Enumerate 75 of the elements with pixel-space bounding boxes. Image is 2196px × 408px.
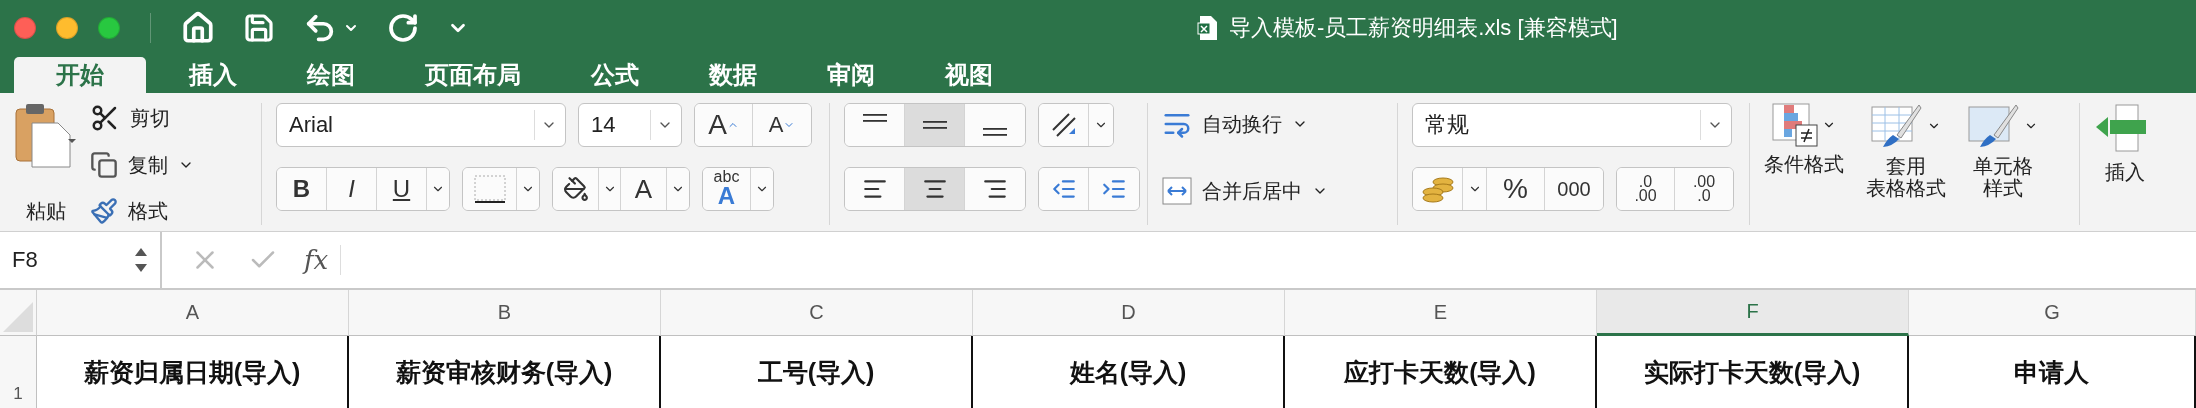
fill-color-button[interactable] (553, 168, 599, 210)
align-bottom-icon (983, 128, 1007, 136)
font-size-field[interactable]: 14 (578, 103, 682, 147)
column-header[interactable]: C (661, 290, 973, 336)
vertical-align-button[interactable] (905, 104, 965, 146)
spreadsheet-file-icon (1197, 14, 1219, 41)
table-style-icon (1871, 103, 1923, 149)
styles-button[interactable]: 套用 表格格式 (1866, 103, 1946, 225)
paste-button[interactable]: 粘贴 (14, 103, 78, 225)
wrap-text-button[interactable]: 自动换行 (1162, 109, 1328, 139)
column-header[interactable]: D (973, 290, 1285, 336)
redo-icon (387, 11, 419, 44)
conditional-format-icon (1772, 103, 1818, 147)
table-cell: 工号(导入) (661, 336, 973, 408)
horizontal-align-button[interactable] (845, 168, 905, 210)
ribbon-tab[interactable]: 数据 (674, 57, 792, 93)
styles-button[interactable]: 条件格式 (1764, 103, 1844, 225)
coins-icon (1420, 174, 1455, 204)
column-header[interactable]: G (1909, 290, 2196, 336)
phonetic-button[interactable]: abc A (703, 168, 751, 210)
increase-decimal-button[interactable]: .0 .00 (1617, 168, 1675, 210)
font-name-field[interactable]: Arial (276, 103, 566, 147)
cut-button[interactable]: 剪切 (90, 103, 194, 133)
bold-button[interactable]: B (277, 168, 327, 210)
orientation-button[interactable] (1039, 104, 1089, 146)
paintbrush-icon (90, 197, 118, 225)
ribbon-tab[interactable]: 公式 (556, 57, 674, 93)
clipboard-icon (14, 103, 78, 169)
name-box[interactable]: F8 (0, 232, 162, 288)
grow-font-button[interactable]: A (695, 104, 753, 146)
column-header[interactable]: F (1597, 290, 1909, 336)
horizontal-align-button[interactable] (905, 168, 965, 210)
merge-icon (1162, 177, 1192, 205)
zoom-button[interactable] (98, 16, 120, 39)
borders-button[interactable] (463, 168, 517, 210)
format-painter-button[interactable]: 格式 (90, 197, 194, 225)
corner-triangle-icon (3, 302, 33, 332)
column-header[interactable]: B (349, 290, 661, 336)
table-cell: 实际打卡天数(导入) (1597, 336, 1909, 408)
save-button[interactable] (243, 11, 275, 44)
styles-button[interactable]: 单元格 样式 (1968, 103, 2038, 225)
ribbon-tab[interactable]: 审阅 (792, 57, 910, 93)
vertical-align-button[interactable] (845, 104, 905, 146)
home-button[interactable] (181, 10, 215, 45)
align-top-icon (862, 114, 887, 122)
decrease-indent-button[interactable] (1039, 168, 1089, 210)
minimize-button[interactable] (56, 16, 78, 39)
borders-icon (473, 174, 506, 204)
insert-function-button[interactable]: fx (304, 245, 342, 275)
copy-icon (90, 151, 118, 179)
column-header[interactable]: A (37, 290, 349, 336)
ribbon-tab[interactable]: 视图 (910, 57, 1028, 93)
table-cell: 申请人 (1909, 336, 2196, 408)
currency-button[interactable] (1413, 168, 1463, 210)
merge-center-button[interactable]: 合并后居中 (1162, 177, 1328, 205)
row-header[interactable]: 1 (0, 336, 37, 408)
ribbon-tab[interactable]: 页面布局 (390, 57, 556, 93)
window-title: 导入模板-员工薪资明细表.xls [兼容模式] (1229, 13, 1618, 42)
insert-button[interactable]: 插入 (2094, 103, 2156, 225)
save-icon (243, 11, 275, 44)
column-header[interactable]: E (1285, 290, 1597, 336)
table-cell: 薪资审核财务(导入) (349, 336, 661, 408)
table-cell: 薪资归属日期(导入) (37, 336, 349, 408)
ribbon-tab[interactable]: 开始 (14, 57, 146, 93)
table-cell: 应打卡天数(导入) (1285, 336, 1597, 408)
redo-button[interactable] (387, 11, 419, 44)
paint-bucket-icon (562, 176, 589, 202)
cell-style-icon (1968, 103, 2020, 149)
table-cell: 姓名(导入) (973, 336, 1285, 408)
home-icon (181, 10, 215, 45)
ribbon-tab[interactable]: 绘图 (272, 57, 390, 93)
align-middle-icon (922, 121, 947, 129)
ribbon-tab[interactable]: 插入 (154, 57, 272, 93)
copy-button[interactable]: 复制 (90, 151, 194, 179)
number-format-field[interactable]: 常规 (1412, 103, 1732, 147)
